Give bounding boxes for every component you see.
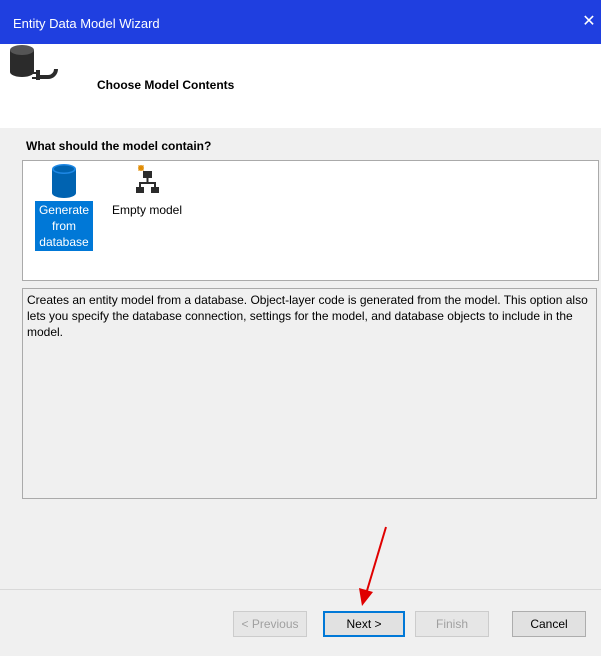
wizard-content: What should the model contain? Generate …: [0, 128, 601, 589]
wizard-header: Choose Model Contents: [0, 44, 601, 129]
option-label: Empty model: [111, 203, 183, 217]
wizard-footer: < Previous Next > Finish Cancel: [0, 589, 601, 656]
section-heading: What should the model contain?: [26, 139, 212, 153]
option-label: Generate from database: [35, 201, 93, 251]
model-hierarchy-icon: [136, 164, 159, 193]
option-empty-model[interactable]: Empty model: [105, 161, 189, 219]
close-icon[interactable]: ✕: [579, 12, 599, 32]
option-description: Creates an entity model from a database.…: [22, 288, 597, 499]
database-icon: [52, 164, 76, 198]
option-generate-from-database[interactable]: Generate from database: [35, 161, 93, 251]
title-bar: Entity Data Model Wizard ✕: [0, 0, 601, 44]
step-title: Choose Model Contents: [97, 78, 235, 92]
cancel-button[interactable]: Cancel: [512, 611, 586, 637]
model-contents-list[interactable]: Generate from database Empty model: [22, 160, 599, 281]
window-title: Entity Data Model Wizard: [13, 16, 160, 31]
next-button[interactable]: Next >: [323, 611, 405, 637]
finish-button[interactable]: Finish: [415, 611, 489, 637]
database-connector-icon: [10, 45, 58, 80]
previous-button[interactable]: < Previous: [233, 611, 307, 637]
